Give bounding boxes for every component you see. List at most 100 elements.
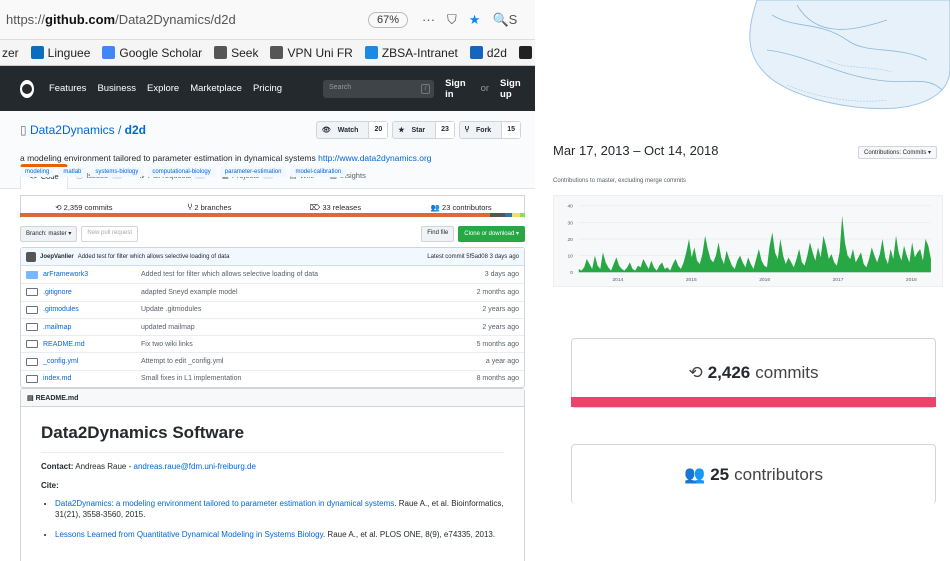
watch-button[interactable]: 👁 Watch 20 <box>315 121 389 139</box>
url-text[interactable]: https://github.com/Data2Dynamics/d2d <box>0 12 368 27</box>
watch-count[interactable]: 20 <box>368 122 388 138</box>
bookmarks-bar: zer Linguee Google Scholar Seek VPN Uni FR ZB… <box>0 40 535 66</box>
readme-header: ▤ README.md <box>21 389 524 407</box>
star-count[interactable]: 23 <box>435 122 454 138</box>
contributions-select[interactable]: Contributions: Commits ▾ <box>858 146 938 159</box>
bookmark-item[interactable]: Google Scholar <box>102 46 202 60</box>
map-illustration <box>749 0 950 110</box>
file-name-link[interactable]: .mailmap <box>43 324 133 331</box>
file-commit-message[interactable]: Added test for filter which allows selec… <box>133 271 485 278</box>
file-age: 2 months ago <box>476 288 519 296</box>
nav-pricing[interactable]: Pricing <box>253 83 282 94</box>
branches-stat[interactable]: Ⴤ 2 branches <box>147 203 273 212</box>
linguee-icon <box>30 46 44 59</box>
sign-up-link[interactable]: Sign up <box>500 78 527 100</box>
topic-tag[interactable]: parameter-estimation <box>219 167 287 177</box>
nav-marketplace[interactable]: Marketplace <box>190 83 242 94</box>
readme-panel: ▤ README.md Data2Dynamics Software Conta… <box>20 388 525 561</box>
file-commit-message[interactable]: adapted Sneyd example model <box>133 289 477 296</box>
clone-download-button[interactable]: Clone or download ▾ <box>458 226 525 242</box>
contributors-card[interactable]: 👥 25 contributors <box>571 444 936 504</box>
file-rows: arFramework3 Added test for filter which … <box>21 266 524 387</box>
file-commit-message[interactable]: updated mailmap <box>133 324 482 331</box>
repo-owner-link[interactable]: Data2Dynamics <box>30 123 115 137</box>
topics-list: modeling matlab systems-biology computation… <box>20 167 347 177</box>
new-pull-request-button[interactable]: New pull request <box>81 226 139 242</box>
star-button[interactable]: ★ Star 23 <box>392 121 455 139</box>
contributors-count: 25 <box>710 464 730 484</box>
find-file-button[interactable]: Find file <box>421 226 455 242</box>
x-tick-label: 2017 <box>833 277 844 283</box>
more-icon[interactable]: ··· <box>422 12 435 27</box>
intranet-icon <box>364 46 378 59</box>
fork-count[interactable]: 15 <box>501 122 520 138</box>
url-bar[interactable]: https://github.com/Data2Dynamics/d2d 67%… <box>0 0 535 40</box>
reference-1-link[interactable]: Data2Dynamics: a modeling environment ta… <box>55 499 394 508</box>
table-row: .gitmodules Update .gitmodules 2 years ago <box>21 300 524 318</box>
nav-business[interactable]: Business <box>97 83 136 94</box>
table-row: arFramework3 Added test for filter which … <box>21 266 524 283</box>
contributors-stat[interactable]: 👥 23 contributors <box>398 203 524 212</box>
file-commit-message[interactable]: Fix two wiki links <box>133 341 477 348</box>
fork-button[interactable]: Ⴤ Fork 15 <box>458 121 521 139</box>
file-name-link[interactable]: _config.yml <box>43 358 133 365</box>
bookmark-item[interactable]: VPN Uni FR <box>270 46 353 60</box>
history-icon: ⟲ <box>55 202 64 212</box>
contributions-chart: 0 10 20 30 40 2014 2015 2016 2017 2018 <box>553 195 943 287</box>
folder-icon <box>26 270 38 279</box>
file-commit-message[interactable]: Small fixes in L1 implementation <box>133 375 477 382</box>
commit-message[interactable]: Added test for filter which allows selec… <box>78 254 230 260</box>
repo-name-link[interactable]: d2d <box>125 123 146 137</box>
contact-email-link[interactable]: andreas.raue@fdm.uni-freiburg.de <box>134 462 256 471</box>
file-name-link[interactable]: index.md <box>43 375 133 382</box>
file-age: 2 years ago <box>482 306 519 314</box>
file-name-link[interactable]: .gitignore <box>43 289 133 296</box>
contributors-label: contributors <box>734 464 823 484</box>
zoom-level[interactable]: 67% <box>368 11 409 28</box>
commits-card[interactable]: ⟲ 2,426 commits <box>571 338 936 408</box>
commit-author[interactable]: JoepVanlier <box>40 254 74 260</box>
repo-sep: / <box>114 123 125 137</box>
file-icon <box>26 288 38 297</box>
github-logo-icon[interactable] <box>20 79 34 98</box>
reference-1: Data2Dynamics: a modeling environment ta… <box>55 498 504 521</box>
sign-in-link[interactable]: Sign in <box>445 78 470 100</box>
file-commit-message[interactable]: Update .gitmodules <box>133 306 482 313</box>
file-commit-message[interactable]: Attempt to edit _config.yml <box>133 358 486 365</box>
commits-stat[interactable]: ⟲ 2,359 commits <box>21 203 147 212</box>
star-bookmark-icon[interactable]: ★ <box>469 12 481 28</box>
bookmark-item[interactable]: d2d <box>469 46 507 60</box>
topic-tag[interactable]: systems-biology <box>90 167 144 177</box>
topic-tag[interactable]: matlab <box>58 167 87 177</box>
topic-tag[interactable]: computational-biology <box>147 167 216 177</box>
bookmark-item[interactable]: zer <box>2 46 19 60</box>
bookmark-item[interactable]: ZBSA-Intranet <box>364 46 458 60</box>
file-name-link[interactable]: .gitmodules <box>43 306 133 313</box>
branch-select-button[interactable]: Branch: master ▾ <box>20 226 78 242</box>
search-engine-icon[interactable]: 🔍S <box>492 12 517 28</box>
bookmark-item[interactable]: D2D github <box>518 46 535 60</box>
topic-tag[interactable]: model-calibration <box>290 167 347 177</box>
table-row: _config.yml Attempt to edit _config.yml a … <box>21 352 524 369</box>
github-search-input[interactable]: Search / <box>323 79 435 98</box>
repo-header: ▯ Data2Dynamics / d2d 👁 Watch 20 ★ Star 23… <box>0 111 535 189</box>
bookmark-item[interactable]: Seek <box>214 46 258 60</box>
book-icon: ▤ <box>27 395 36 402</box>
homepage-link[interactable]: http://www.data2dynamics.org <box>318 153 431 163</box>
reference-2: Lessons Learned from Quantitative Dynami… <box>55 529 504 541</box>
bookmark-item[interactable]: Linguee <box>30 46 90 60</box>
file-name-link[interactable]: arFramework3 <box>43 271 133 278</box>
nav-explore[interactable]: Explore <box>147 83 179 94</box>
y-tick-label: 0 <box>570 270 573 276</box>
commit-hash[interactable]: Latest commit 5f5ad08 3 days ago <box>427 254 519 260</box>
topic-tag[interactable]: modeling <box>20 167 55 177</box>
pocket-icon[interactable]: ⛉ <box>447 12 457 28</box>
github-icon <box>518 46 532 59</box>
file-age: 8 months ago <box>476 375 519 383</box>
releases-stat[interactable]: ⌦ 33 releases <box>273 203 399 212</box>
file-name-link[interactable]: README.md <box>43 341 133 348</box>
nav-features[interactable]: Features <box>49 83 87 94</box>
avatar[interactable] <box>26 251 36 262</box>
reference-2-link[interactable]: Lessons Learned from Quantitative Dynami… <box>55 530 323 539</box>
x-tick-label: 2015 <box>686 277 697 283</box>
